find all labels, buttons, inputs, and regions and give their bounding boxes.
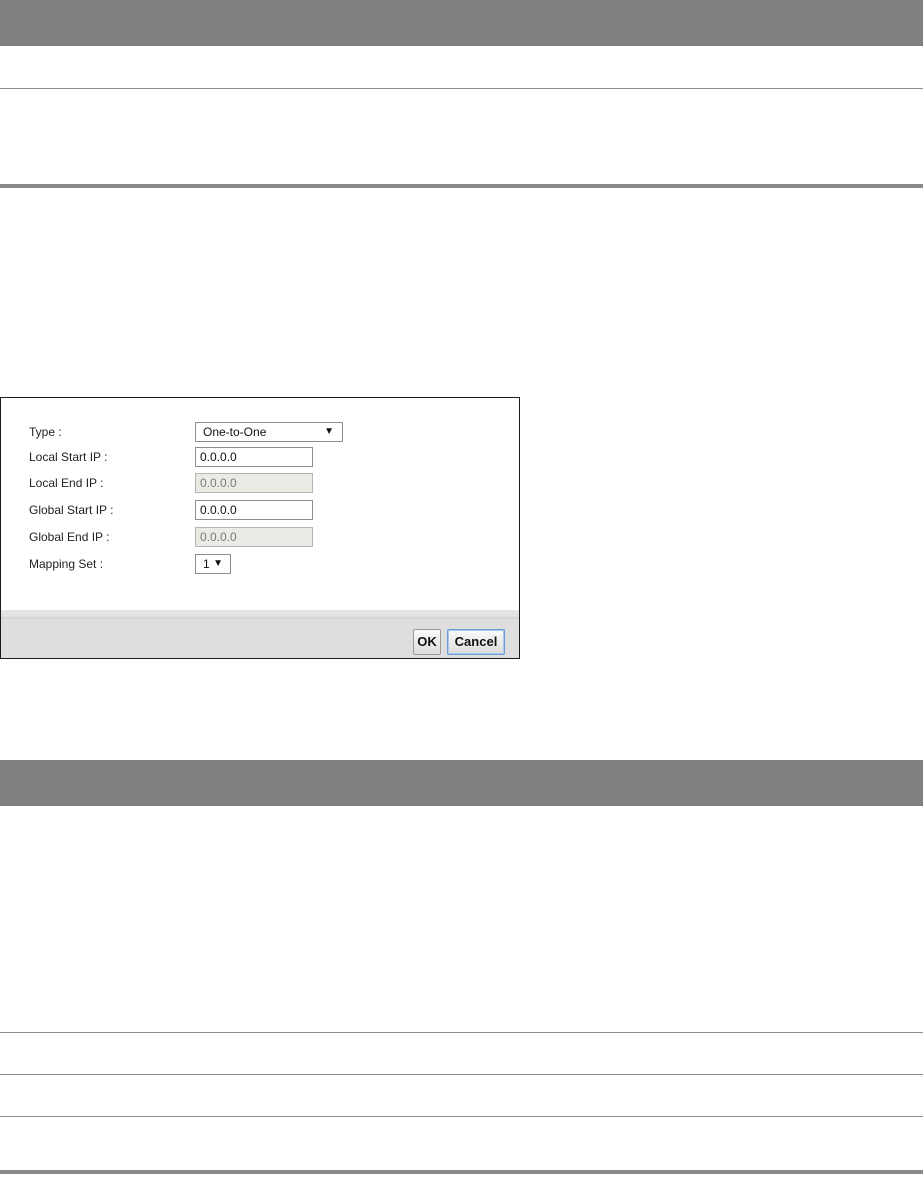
chevron-down-icon: ▼ [324,426,334,437]
table-row-divider [0,1116,923,1117]
global-end-ip-label: Global End IP : [29,530,110,544]
dialog-footer [1,610,519,658]
section-header-bar [0,760,923,806]
top-header-bar [0,0,923,46]
table-row-divider [0,1074,923,1075]
local-end-ip-input: 0.0.0.0 [195,473,313,493]
local-start-ip-label: Local Start IP : [29,450,108,464]
type-select-value: One-to-One [203,425,267,439]
divider-line [0,88,923,89]
nat-mapping-dialog: Type : One-to-One ▼ Local Start IP : 0.0… [0,397,520,659]
local-start-ip-input[interactable]: 0.0.0.0 [195,447,313,467]
global-start-ip-input[interactable]: 0.0.0.0 [195,500,313,520]
global-start-ip-row: Global Start IP : 0.0.0.0 [1,500,519,520]
global-start-ip-label: Global Start IP : [29,503,114,517]
mapping-set-select-value: 1 [203,557,210,571]
chevron-down-icon: ▼ [213,558,223,569]
global-end-ip-row: Global End IP : 0.0.0.0 [1,527,519,547]
type-select[interactable]: One-to-One ▼ [195,422,343,442]
local-end-ip-row: Local End IP : 0.0.0.0 [1,473,519,493]
footer-divider [1,618,519,619]
type-row: Type : One-to-One ▼ [1,422,519,442]
table-row-divider [0,1032,923,1033]
divider-line-thick [0,184,923,188]
bottom-divider-thick [0,1170,923,1174]
local-end-ip-label: Local End IP : [29,476,104,490]
mapping-set-label: Mapping Set : [29,557,104,571]
mapping-set-select[interactable]: 1 ▼ [195,554,231,574]
mapping-set-row: Mapping Set : 1 ▼ [1,554,519,574]
type-label: Type : [29,425,62,439]
local-start-ip-row: Local Start IP : 0.0.0.0 [1,447,519,467]
cancel-button[interactable]: Cancel [447,629,505,655]
ok-button[interactable]: OK [413,629,441,655]
global-end-ip-input: 0.0.0.0 [195,527,313,547]
